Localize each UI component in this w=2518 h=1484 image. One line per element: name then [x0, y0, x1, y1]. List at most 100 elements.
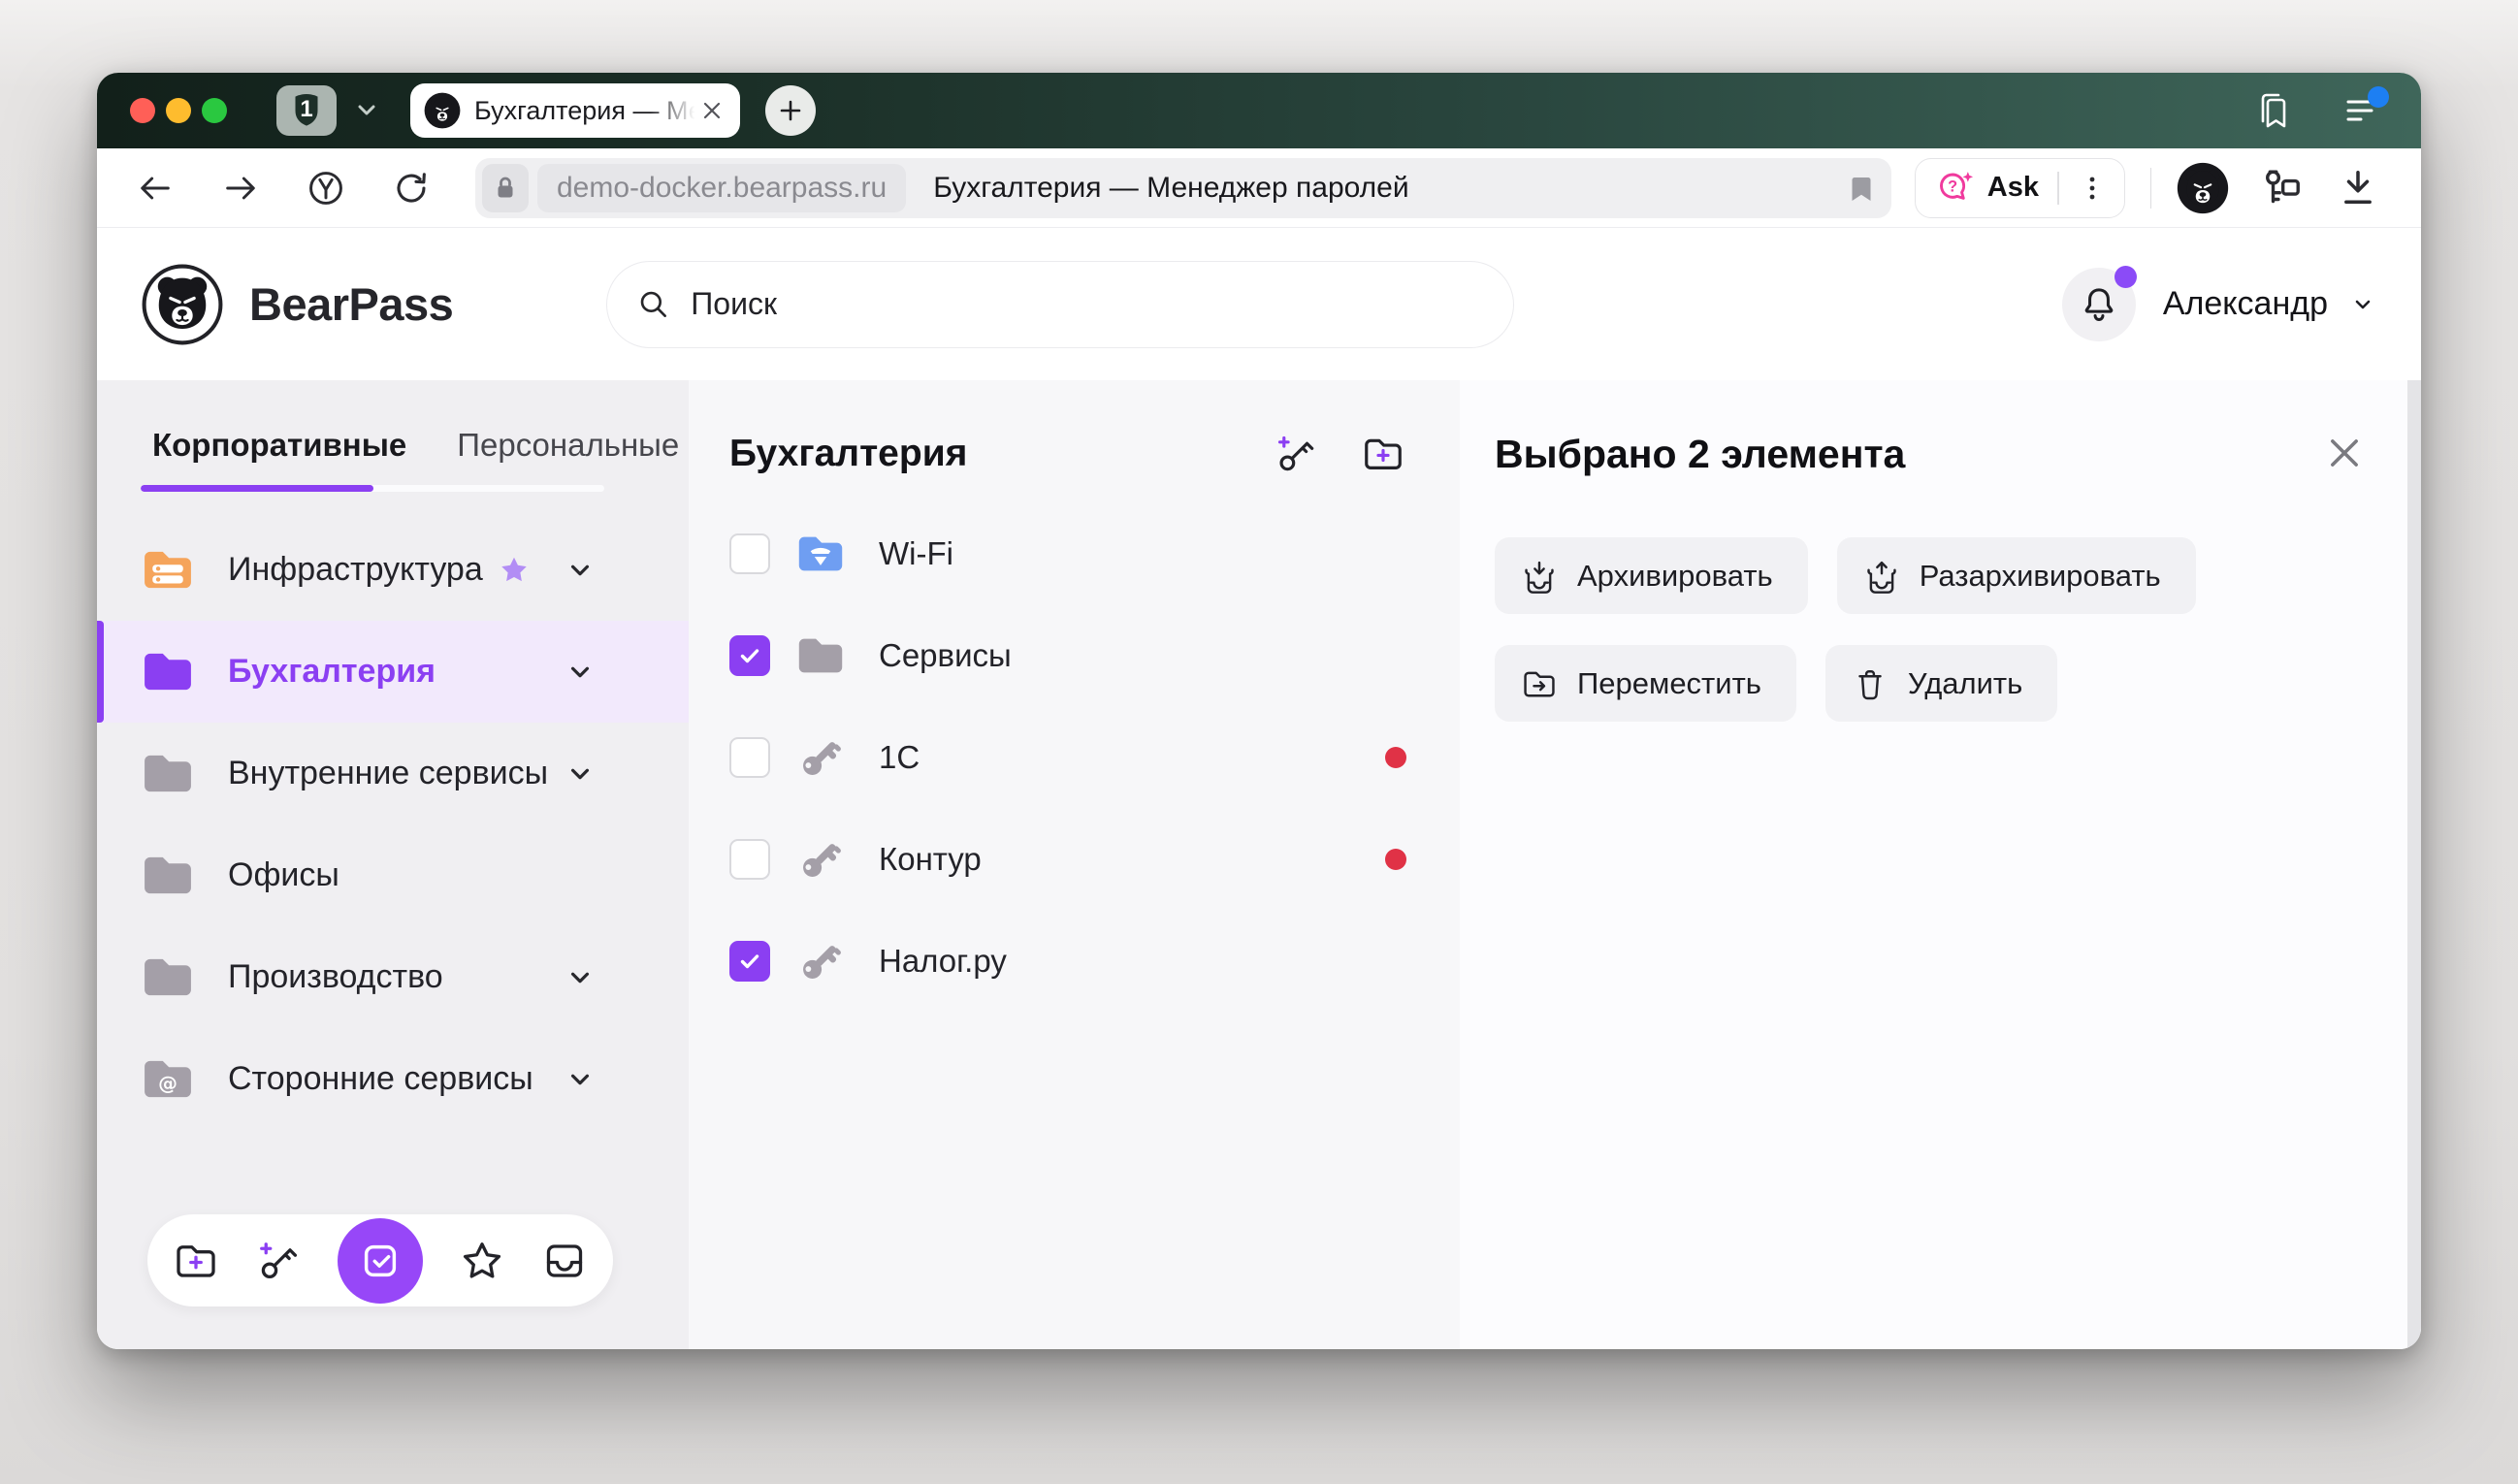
ask-ai-button[interactable]: ? Ask — [1915, 158, 2125, 218]
browser-menu-button[interactable] — [2343, 94, 2380, 127]
alert-dot — [1385, 849, 1406, 870]
bookmarks-panel-icon[interactable] — [2254, 90, 2293, 131]
browser-window: 1 Бухгалтерия — Менедж — [97, 73, 2421, 1349]
sidebar-item-label: Внутренние сервисы — [228, 755, 564, 792]
bearpass-extension-icon[interactable] — [2177, 162, 2229, 214]
tab-close-icon[interactable] — [699, 98, 725, 123]
user-name[interactable]: Александр — [2163, 285, 2328, 323]
search-input[interactable] — [691, 286, 1484, 322]
list-item-kontur[interactable]: Контур — [729, 808, 1406, 910]
sidebar-item-third-party-services[interactable]: @ Сторонние сервисы — [97, 1028, 689, 1130]
folder-server-icon — [141, 547, 195, 593]
active-browser-tab[interactable]: Бухгалтерия — Менедж — [410, 83, 740, 138]
shared-folder-wifi-icon — [795, 532, 846, 575]
password-manager-extension-icon[interactable] — [2260, 166, 2305, 210]
toolbar-divider — [2150, 168, 2152, 209]
user-menu-chevron-icon[interactable] — [2347, 289, 2378, 320]
bearpass-app: BearPass Алекса — [97, 228, 2421, 1349]
item-checkbox[interactable] — [729, 533, 770, 574]
sidebar-toolbar — [147, 1214, 613, 1307]
add-folder-button[interactable] — [1360, 431, 1406, 477]
notifications-button[interactable] — [2062, 268, 2136, 341]
add-password-button[interactable] — [1273, 431, 1319, 477]
item-checkbox-checked[interactable] — [729, 941, 770, 982]
chevron-down-icon[interactable] — [564, 758, 597, 790]
add-folder-button[interactable] — [173, 1238, 219, 1284]
alert-dot — [1385, 747, 1406, 768]
folder-icon — [141, 649, 195, 694]
forward-button[interactable] — [219, 167, 262, 210]
sidebar-folder-list: Инфраструктура Бух — [97, 519, 689, 1130]
browser-address-bar: demo-docker.bearpass.ru Бухгалтерия — Ме… — [97, 148, 2421, 228]
page-scrollbar[interactable] — [2407, 380, 2421, 1349]
item-label: Wi-Fi — [879, 535, 953, 572]
move-button[interactable]: Переместить — [1495, 645, 1796, 722]
folder-header-actions — [1273, 431, 1406, 477]
folder-icon — [141, 853, 195, 898]
app-header: BearPass Алекса — [97, 228, 2421, 380]
window-minimize-button[interactable] — [166, 98, 191, 123]
folder-move-icon — [1520, 664, 1559, 703]
list-item-services[interactable]: Сервисы — [729, 604, 1406, 706]
window-zoom-button[interactable] — [202, 98, 227, 123]
tab-count: 1 — [290, 96, 323, 123]
tab-count-button[interactable]: 1 — [276, 85, 337, 136]
search-icon — [636, 287, 671, 322]
delete-button[interactable]: Удалить — [1825, 645, 2057, 722]
add-password-button[interactable] — [255, 1238, 302, 1284]
svg-text:@: @ — [158, 1073, 178, 1095]
archive-tray-button[interactable] — [541, 1238, 588, 1284]
archive-button[interactable]: Архивировать — [1495, 537, 1808, 614]
multi-select-button[interactable] — [338, 1218, 423, 1304]
bookmark-flag-icon[interactable] — [1847, 173, 1876, 204]
downloads-icon[interactable] — [2336, 166, 2380, 210]
chevron-down-icon[interactable] — [564, 1063, 597, 1096]
tab-count-shield-icon: 1 — [290, 92, 323, 129]
favorites-button[interactable] — [459, 1238, 505, 1284]
sidebar-item-accounting[interactable]: Бухгалтерия — [97, 621, 689, 723]
tab-corporate[interactable]: Корпоративные — [152, 427, 406, 468]
kebab-menu-icon[interactable] — [2078, 172, 2107, 205]
reload-button[interactable] — [390, 167, 433, 210]
chevron-down-icon[interactable] — [564, 961, 597, 994]
tab-favicon-bear-icon — [424, 92, 461, 129]
back-button[interactable] — [134, 167, 177, 210]
action-label: Архивировать — [1577, 559, 1773, 594]
sidebar-item-label: Офисы — [228, 856, 564, 894]
ask-label: Ask — [1987, 172, 2039, 204]
chevron-down-icon[interactable] — [564, 656, 597, 689]
item-label: Сервисы — [879, 637, 1012, 674]
tab-personal[interactable]: Персональные — [457, 427, 679, 468]
sidebar-item-internal-services[interactable]: Внутренние сервисы — [97, 723, 689, 824]
sidebar-item-offices[interactable]: Офисы — [97, 824, 689, 926]
item-checkbox[interactable] — [729, 839, 770, 880]
window-close-button[interactable] — [130, 98, 155, 123]
sidebar-item-infrastructure[interactable]: Инфраструктура — [97, 519, 689, 621]
url-text[interactable]: demo-docker.bearpass.ru — [537, 164, 906, 212]
tab-list-chevron-icon[interactable] — [352, 96, 381, 125]
svg-text:?: ? — [1948, 177, 1957, 195]
item-checkbox-checked[interactable] — [729, 635, 770, 676]
selection-actions: Архивировать Разарх — [1495, 537, 2271, 722]
ask-chat-icon: ? — [1935, 169, 1976, 208]
new-tab-button[interactable] — [765, 85, 816, 136]
action-label: Переместить — [1577, 666, 1761, 701]
favorite-star-icon — [498, 554, 531, 587]
yandex-services-icon[interactable] — [305, 167, 347, 210]
unarchive-button[interactable]: Разархивировать — [1837, 537, 2196, 614]
close-icon[interactable] — [2322, 431, 2367, 475]
archive-out-icon — [1862, 557, 1901, 596]
list-item-wifi[interactable]: Wi-Fi — [729, 502, 1406, 604]
lock-icon[interactable] — [482, 164, 529, 212]
search-bar[interactable] — [606, 261, 1514, 348]
sidebar-item-production[interactable]: Производство — [97, 926, 689, 1028]
item-label: Контур — [879, 841, 982, 878]
sidebar: Корпоративные Персональные — [97, 380, 689, 1349]
trash-icon — [1851, 664, 1889, 703]
chevron-down-icon[interactable] — [564, 554, 597, 587]
address-field[interactable]: demo-docker.bearpass.ru Бухгалтерия — Ме… — [475, 158, 1891, 218]
notification-badge — [2114, 266, 2137, 288]
list-item-1c[interactable]: 1С — [729, 706, 1406, 808]
item-checkbox[interactable] — [729, 737, 770, 778]
list-item-nalog-ru[interactable]: Налог.ру — [729, 910, 1406, 1012]
